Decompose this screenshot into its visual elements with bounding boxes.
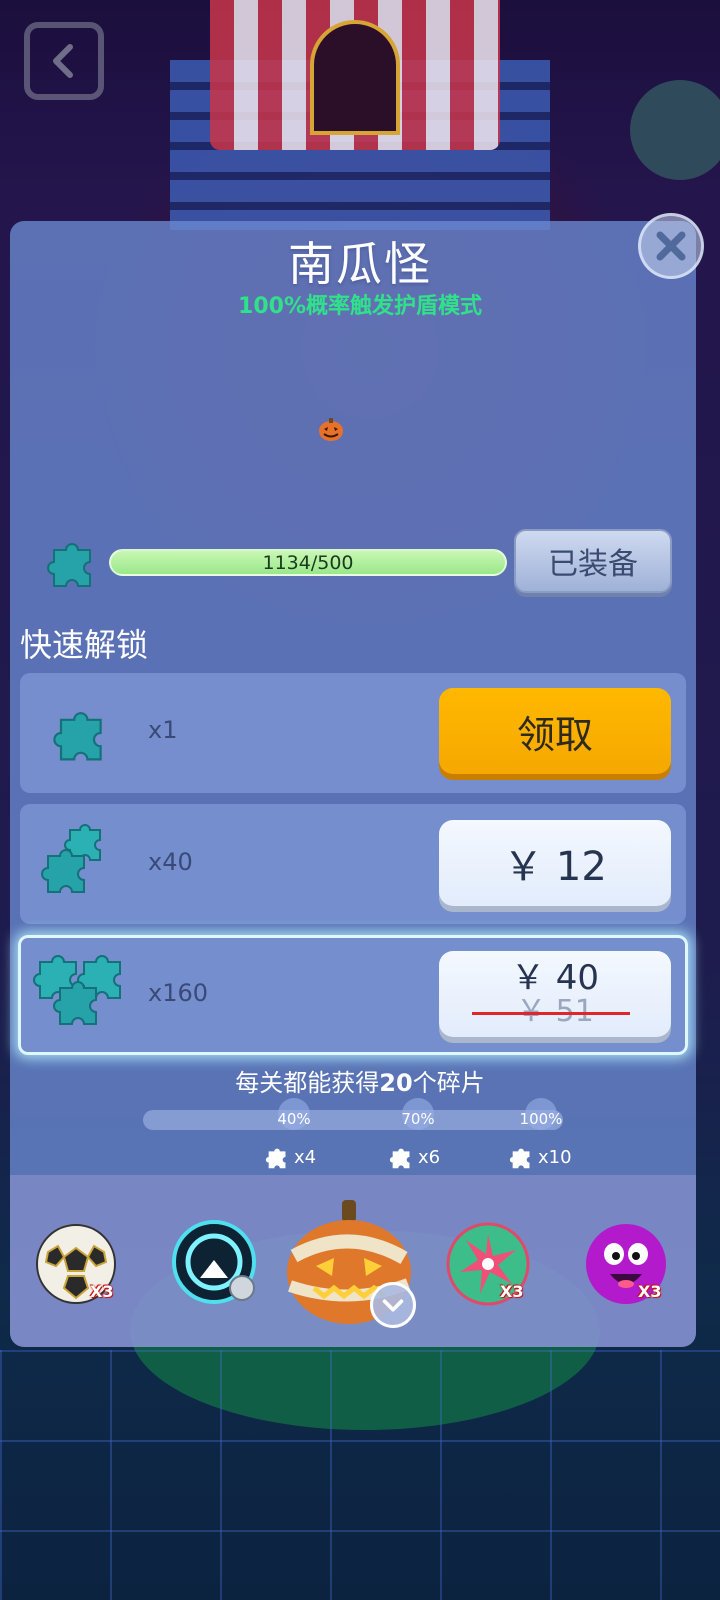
puzzle-piece-icon xyxy=(265,1148,286,1169)
close-icon xyxy=(656,231,686,261)
puzzle-pieces-icon xyxy=(41,824,101,893)
back-button[interactable] xyxy=(24,22,104,100)
skin-effect: 100%概率触发护盾模式 xyxy=(238,294,482,319)
milestone-reward: x4 xyxy=(264,1143,316,1171)
offer-quantity: x160 xyxy=(148,979,209,1007)
back-arrow-icon xyxy=(53,44,73,78)
discount-price: ￥ 40 xyxy=(510,958,600,998)
puzzle-pieces-icon xyxy=(33,955,121,1025)
milestone-label: 100% xyxy=(519,1110,563,1128)
equipped-button[interactable]: 已装备 xyxy=(514,529,672,593)
offer-quantity: x1 xyxy=(148,716,178,744)
robot-ball-icon xyxy=(172,1220,256,1304)
milestone-label: 70% xyxy=(401,1110,435,1128)
original-price: ￥ 51 xyxy=(472,994,630,1029)
skin-robot-ball[interactable] xyxy=(170,1218,258,1306)
skin-name: 南瓜怪 xyxy=(288,237,432,291)
quick-unlock-title: 快速解锁 xyxy=(20,626,149,664)
puzzle-piece-icon xyxy=(47,543,91,587)
milestone-label: 40% xyxy=(277,1110,311,1128)
claim-button[interactable]: 领取 xyxy=(439,688,671,774)
skin-purple-smiley-ball[interactable]: X3 xyxy=(584,1222,668,1306)
skin-soccer-ball[interactable]: X3 xyxy=(34,1222,118,1306)
milestone-reward: x10 xyxy=(508,1143,572,1171)
price-button-12[interactable]: ￥ 12 xyxy=(439,820,671,906)
offer-quantity: x40 xyxy=(148,848,193,876)
quantity-badge: X3 xyxy=(500,1282,524,1301)
quantity-badge: X3 xyxy=(638,1282,662,1301)
fragment-progress-text: 1134/500 xyxy=(262,551,354,574)
level-progress-track xyxy=(143,1110,563,1130)
close-button[interactable] xyxy=(638,213,704,279)
skin-firework-ball[interactable]: X3 xyxy=(446,1222,530,1306)
price-button-40[interactable]: ￥ 40 ￥ 51 xyxy=(439,951,671,1037)
puzzle-piece-icon xyxy=(509,1148,530,1169)
quantity-badge: X3 xyxy=(90,1282,114,1301)
milestone-reward: x6 xyxy=(388,1143,440,1171)
puzzle-piece-icon xyxy=(53,712,102,761)
pumpkin-preview-icon xyxy=(319,418,343,441)
level-reward-tip: 每关都能获得20个碎片 xyxy=(235,1069,485,1097)
equipped-check-icon xyxy=(370,1282,416,1328)
puzzle-piece-icon xyxy=(389,1148,410,1169)
